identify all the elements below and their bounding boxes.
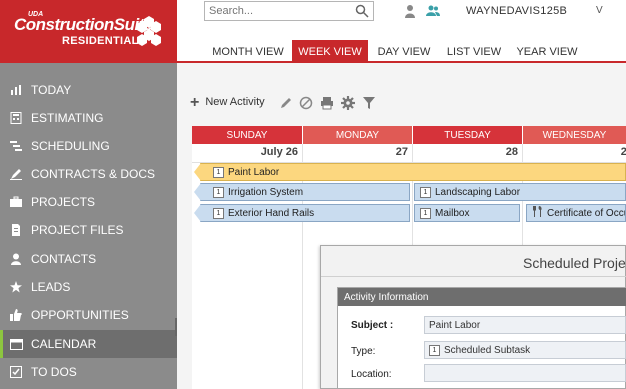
type-field[interactable]: 1 Scheduled Subtask xyxy=(424,341,626,359)
sidebar-item-to-dos[interactable]: TO DOS xyxy=(0,358,177,386)
tab-year-view[interactable]: YEAR VIEW xyxy=(510,40,584,63)
sidebar-item-calendar[interactable]: CALENDAR xyxy=(0,330,177,358)
subtask-badge-icon: 1 xyxy=(420,207,431,219)
subject-label: Subject : xyxy=(351,320,394,331)
sidebar-item-opportunities[interactable]: OPPORTUNITIES xyxy=(0,301,177,329)
search-box xyxy=(204,1,374,21)
gear-icon[interactable] xyxy=(341,96,355,110)
subtask-badge-icon: 1 xyxy=(213,166,224,178)
subtask-badge-icon: 1 xyxy=(213,186,224,198)
sidebar-item-label: CALENDAR xyxy=(31,337,97,351)
tab-list-view[interactable]: LIST VIEW xyxy=(440,40,508,63)
pen-icon xyxy=(9,167,23,181)
day-header-tuesday: TUESDAY xyxy=(413,126,522,144)
search-icon[interactable] xyxy=(355,4,369,18)
sidebar-item-label: ESTIMATING xyxy=(31,111,104,125)
person-icon xyxy=(9,252,23,266)
day-header-wednesday: WEDNESDAY xyxy=(523,126,626,144)
user-menu-caret[interactable]: V xyxy=(596,5,603,16)
gantt-icon xyxy=(9,139,23,153)
event-landscaping-labor[interactable]: 1 Landscaping Labor xyxy=(414,183,626,201)
sidebar-item-contacts[interactable]: CONTACTS xyxy=(0,245,177,273)
hexagon-cluster-icon xyxy=(137,16,161,46)
sidebar-item-label: OPPORTUNITIES xyxy=(31,308,129,322)
checkbox-icon xyxy=(9,365,23,379)
continues-before-arrow-icon xyxy=(194,183,201,201)
day-number-wednesday[interactable]: 29 xyxy=(523,146,626,160)
activity-info-header[interactable]: Activity Information xyxy=(338,288,626,306)
sidebar-item-label: LEADS xyxy=(31,280,71,294)
star-icon xyxy=(9,280,23,294)
plus-icon: + xyxy=(190,93,200,111)
subject-field[interactable]: Paint Labor xyxy=(424,316,626,334)
calculator-icon xyxy=(9,111,23,125)
sidebar-item-today[interactable]: TODAY xyxy=(0,76,177,104)
pencil-icon[interactable] xyxy=(279,96,293,110)
event-label: Exterior Hand Rails xyxy=(228,207,315,219)
event-label: Paint Labor xyxy=(228,166,280,178)
event-exterior-hand-rails[interactable]: 1 Exterior Hand Rails xyxy=(194,204,410,222)
print-icon[interactable] xyxy=(320,96,334,110)
event-label: Landscaping Labor xyxy=(435,186,521,198)
sidebar-item-label: PROJECT FILES xyxy=(31,223,124,237)
tab-day-view[interactable]: DAY VIEW xyxy=(371,40,437,63)
event-label: Certificate of Occup xyxy=(547,207,625,219)
sidebar-item-scheduling[interactable]: SCHEDULING xyxy=(0,132,177,160)
dialog-divider xyxy=(321,276,626,277)
cancel-icon[interactable] xyxy=(299,96,313,110)
type-label: Type: xyxy=(351,346,376,357)
dialog-title: Scheduled Proje xyxy=(523,255,626,271)
day-header-monday: MONDAY xyxy=(303,126,412,144)
event-certificate-of-occupancy[interactable]: Certificate of Occup xyxy=(526,204,626,222)
file-icon xyxy=(9,223,23,237)
tab-month-view[interactable]: MONTH VIEW xyxy=(207,40,289,63)
search-input[interactable] xyxy=(205,2,351,20)
day-number-tuesday[interactable]: 28 xyxy=(413,146,518,160)
sidebar-item-contracts[interactable]: CONTRACTS & DOCS xyxy=(0,160,177,188)
sidebar-item-projects[interactable]: PROJECTS xyxy=(0,188,177,216)
event-mailbox[interactable]: 1 Mailbox xyxy=(414,204,520,222)
subtask-badge-icon: 1 xyxy=(213,207,224,219)
new-activity-label: New Activity xyxy=(205,96,265,108)
sidebar-item-label: CONTACTS xyxy=(31,252,97,266)
new-activity-button[interactable]: + New Activity xyxy=(190,93,265,111)
day-header-sunday: SUNDAY xyxy=(192,126,302,144)
tools-icon xyxy=(533,206,543,220)
event-paint-labor[interactable]: 1 Paint Labor xyxy=(194,163,626,181)
thumbs-up-icon xyxy=(9,308,23,322)
tab-week-view[interactable]: WEEK VIEW xyxy=(292,40,368,63)
sidebar-item-label: CONTRACTS & DOCS xyxy=(31,167,156,181)
username[interactable]: WAYNEDAVIS125B xyxy=(466,5,567,17)
brand-sub: RESIDENTIAL xyxy=(62,35,139,47)
users-icon[interactable] xyxy=(426,4,440,18)
sidebar-item-leads[interactable]: LEADS xyxy=(0,273,177,301)
brand-name: ConstructionSuite xyxy=(14,15,153,34)
continues-before-arrow-icon xyxy=(194,204,201,222)
continues-before-arrow-icon xyxy=(194,163,201,181)
bar-chart-icon xyxy=(9,83,23,97)
location-label: Location: xyxy=(351,369,392,380)
event-irrigation-system[interactable]: 1 Irrigation System xyxy=(194,183,410,201)
event-label: Irrigation System xyxy=(228,186,304,198)
brand-logo[interactable]: UDA ConstructionSuite RESIDENTIAL xyxy=(0,0,177,63)
sidebar-item-label: SCHEDULING xyxy=(31,139,110,153)
briefcase-icon xyxy=(9,195,23,209)
event-label: Mailbox xyxy=(435,207,470,219)
sidebar-item-project-files[interactable]: PROJECT FILES xyxy=(0,216,177,244)
calendar-icon xyxy=(9,337,23,351)
subject-value: Paint Labor xyxy=(429,319,481,331)
subtask-badge-icon: 1 xyxy=(420,186,431,198)
sidebar-item-label: TO DOS xyxy=(31,365,77,379)
day-number-monday[interactable]: 27 xyxy=(303,146,408,160)
subtask-badge-icon: 1 xyxy=(429,344,440,356)
type-value: Scheduled Subtask xyxy=(444,344,531,356)
sidebar-item-estimating[interactable]: ESTIMATING xyxy=(0,104,177,132)
sidebar-item-label: PROJECTS xyxy=(31,195,96,209)
location-field[interactable] xyxy=(424,364,626,382)
day-number-sunday[interactable]: July 26 xyxy=(192,146,298,160)
user-icon[interactable] xyxy=(403,4,417,18)
sidebar-item-label: TODAY xyxy=(31,83,72,97)
filter-icon[interactable] xyxy=(362,96,376,110)
